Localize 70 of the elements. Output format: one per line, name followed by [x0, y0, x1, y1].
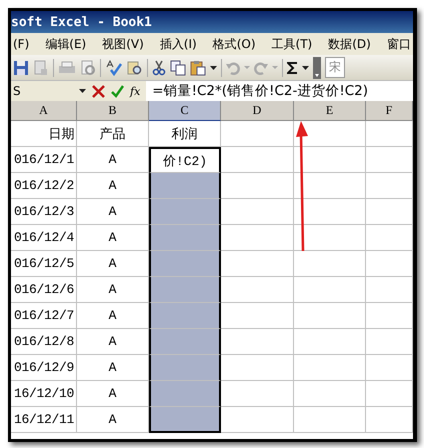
empty-cell — [366, 381, 413, 407]
table-cell: 016/12/4 — [11, 225, 77, 251]
empty-cell — [366, 303, 413, 329]
dropdown-arrow-icon[interactable] — [79, 89, 86, 93]
menu-item[interactable]: 视图(V) — [102, 36, 144, 52]
menu-item[interactable]: 插入(I) — [160, 36, 197, 52]
table-cell: 016/12/5 — [11, 251, 77, 277]
empty-cell — [366, 277, 413, 303]
copy-icon[interactable] — [170, 60, 186, 76]
column-header[interactable]: B — [77, 101, 149, 121]
empty-cell — [366, 225, 413, 251]
cancel-icon[interactable] — [92, 84, 105, 98]
table-cell: 16/12/11 — [11, 407, 77, 433]
table-cell: 产品 — [77, 121, 149, 147]
menu-item[interactable]: 工具(T) — [272, 36, 312, 52]
table-cell: 016/12/8 — [11, 329, 77, 355]
menu-item[interactable]: 格式(O) — [212, 36, 256, 52]
empty-cell — [294, 173, 366, 199]
empty-cell — [366, 199, 413, 225]
research-icon[interactable] — [127, 60, 143, 76]
empty-cell — [366, 147, 413, 173]
table-cell: A — [77, 147, 149, 173]
empty-cell — [366, 121, 413, 147]
table-cell: 016/12/9 — [11, 355, 77, 381]
formula-field[interactable]: =销量!C2*(销售价!C2-进货价!C2) — [146, 81, 413, 101]
cut-icon[interactable] — [152, 60, 166, 76]
empty-cell — [294, 199, 366, 225]
window-title: soft Excel - Book1 — [11, 14, 152, 30]
table-cell: 016/12/7 — [11, 303, 77, 329]
column-header[interactable]: A — [11, 101, 77, 121]
empty-cell — [366, 355, 413, 381]
empty-cell — [294, 251, 366, 277]
column-header[interactable]: F — [366, 101, 413, 121]
table-cell: 利润 — [149, 121, 221, 147]
empty-cell — [366, 329, 413, 355]
spelling-icon[interactable] — [105, 60, 123, 76]
menu-item[interactable]: 窗口 — [386, 36, 411, 52]
font-field[interactable]: 宋 — [325, 57, 345, 78]
column-header[interactable]: C — [149, 101, 221, 121]
menu-item[interactable]: (F) — [13, 37, 30, 51]
empty-cell — [294, 277, 366, 303]
table-cell: 016/12/2 — [11, 173, 77, 199]
sum-icon[interactable] — [287, 62, 298, 74]
empty-cell — [294, 407, 366, 433]
caret-icon[interactable] — [302, 66, 309, 70]
table-cell: 016/12/1 — [11, 147, 77, 173]
empty-cell — [294, 355, 366, 381]
empty-cell — [366, 407, 413, 433]
table-cell: 016/12/3 — [11, 199, 77, 225]
table-cell: 16/12/10 — [11, 381, 77, 407]
save-icon[interactable] — [13, 60, 29, 76]
name-box[interactable]: S — [11, 84, 73, 98]
menu-item[interactable]: 编辑(E) — [45, 36, 86, 52]
empty-cell — [366, 251, 413, 277]
caret-icon[interactable] — [210, 66, 217, 70]
table-cell: 016/12/6 — [11, 277, 77, 303]
toolbar-options-icon[interactable] — [313, 56, 321, 78]
table-cell: 日期 — [11, 121, 77, 147]
insert-function-button[interactable]: fx — [130, 84, 140, 98]
empty-cell — [294, 225, 366, 251]
checkmark-icon[interactable] — [111, 84, 124, 98]
empty-cell — [294, 381, 366, 407]
empty-cell — [294, 147, 366, 173]
menu-item[interactable]: 数据(D) — [328, 36, 371, 52]
paste-icon[interactable] — [190, 60, 206, 76]
empty-cell — [366, 173, 413, 199]
empty-cell — [294, 303, 366, 329]
column-header[interactable]: E — [294, 101, 366, 121]
empty-cell — [294, 329, 366, 355]
column-header[interactable]: D — [221, 101, 294, 121]
